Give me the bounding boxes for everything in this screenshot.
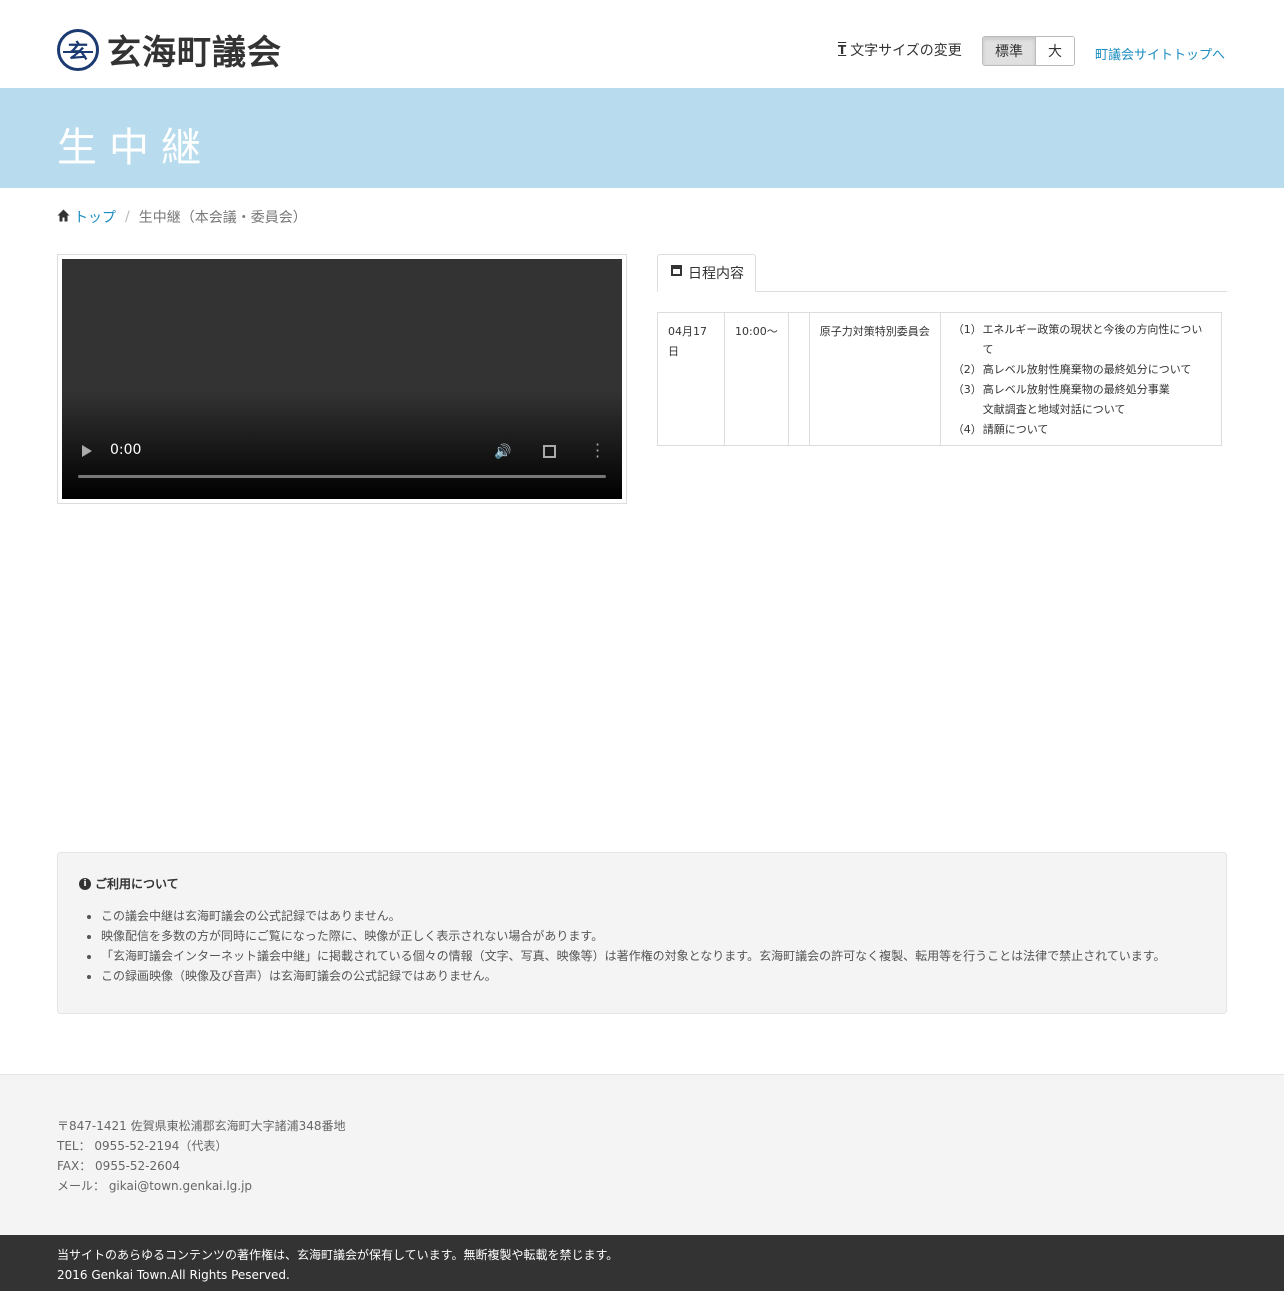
page-banner: 生中継: [0, 88, 1284, 188]
footer-mail: メール： gikai@town.genkai.lg.jp: [57, 1179, 253, 1193]
info-icon: i: [79, 877, 91, 890]
footer-tel: TEL： 0955-52-2194（代表）: [57, 1139, 228, 1153]
copyright-text: 当サイトのあらゆるコンテンツの著作権は、玄海町議会が保有しています。無断複製や転…: [57, 1245, 618, 1285]
breadcrumb: トップ / 生中継（本会議・委員会）: [57, 207, 307, 227]
copyright-bar: 当サイトのあらゆるコンテンツの著作権は、玄海町議会が保有しています。無断複製や転…: [0, 1235, 1284, 1291]
breadcrumb-home-link[interactable]: トップ: [74, 207, 116, 227]
contact-info: 〒847-1421 佐賀県東松浦郡玄海町大字諸浦348番地 TEL： 0955-…: [57, 1116, 346, 1196]
schedule-items: （1） エネルギー政策の現状と今後の方向性について （2） 高レベル放射性廃棄物の最…: [939, 312, 1223, 446]
list-item: この録画映像（映像及び音声）は玄海町議会の公式記録ではありません。: [101, 966, 1205, 986]
font-size-normal-button[interactable]: 標準: [983, 37, 1036, 65]
notice-list: この議会中継は玄海町議会の公式記録ではありません。 映像配信を多数の方が同時にご…: [79, 906, 1205, 986]
schedule-time: 10:00〜: [724, 312, 789, 446]
town-emblem-icon: 玄: [57, 28, 99, 71]
schedule-table: 04月17日 10:00〜 原子力対策特別委員会 （1） エネルギー政策の現状と今…: [657, 312, 1223, 446]
video-time: 0:00: [110, 442, 142, 458]
list-item: 「玄海町議会インターネット議会中継」に掲載されている個々の情報（文字、写真、映像…: [101, 946, 1205, 966]
list-item: （3） 高レベル放射性廃棄物の最終処分事業: [952, 383, 1170, 396]
font-size-large-button[interactable]: 大: [1036, 37, 1074, 65]
schedule-extra: [787, 312, 810, 446]
video-player[interactable]: 0:00 🔊 · · ·: [62, 259, 622, 499]
video-progress-bar[interactable]: [78, 475, 606, 478]
calendar-icon: [671, 264, 682, 276]
footer-fax: FAX： 0955-52-2604: [57, 1159, 181, 1173]
volume-icon[interactable]: 🔊: [494, 444, 511, 460]
list-item: 文献調査と地域対話について: [982, 403, 1126, 416]
more-options-icon[interactable]: · · ·: [595, 437, 601, 465]
copyright-rights: 2016 Genkai Town.All Rights Peserved.: [57, 1268, 290, 1282]
list-item: この議会中継は玄海町議会の公式記録ではありません。: [101, 906, 1205, 926]
schedule-committee: 原子力対策特別委員会: [808, 312, 941, 446]
site-logo[interactable]: 玄 玄海町議会: [57, 25, 282, 74]
list-item: （2） 高レベル放射性廃棄物の最終処分について: [952, 363, 1192, 376]
list-item: 映像配信を多数の方が同時にご覧になった際に、映像が正しく表示されない場合がありま…: [101, 926, 1205, 946]
fullscreen-icon[interactable]: [543, 445, 556, 458]
copyright-notice: 当サイトのあらゆるコンテンツの著作権は、玄海町議会が保有しています。無断複製や転…: [57, 1248, 619, 1262]
breadcrumb-current: 生中継（本会議・委員会）: [138, 210, 307, 226]
page-title: 生中継: [57, 125, 213, 171]
council-top-link[interactable]: 町議会サイトトップへ: [1095, 44, 1225, 63]
schedule-tabs: 日程内容: [657, 254, 1227, 292]
footer-address: 〒847-1421 佐賀県東松浦郡玄海町大字諸浦348番地: [57, 1119, 346, 1133]
breadcrumb-separator: /: [125, 209, 130, 225]
site-title: 玄海町議会: [107, 33, 282, 73]
list-item: （4） 請願について: [952, 423, 1049, 436]
font-size-switcher: 標準 大: [982, 36, 1075, 66]
list-item: （1） エネルギー政策の現状と今後の方向性について: [952, 323, 1203, 356]
usage-notice: i ご利用について この議会中継は玄海町議会の公式記録ではありません。 映像配信…: [57, 852, 1227, 1014]
font-size-label: T 文字サイズの変更: [838, 43, 962, 59]
video-frame: 0:00 🔊 · · ·: [57, 254, 627, 504]
play-icon[interactable]: [82, 445, 92, 457]
notice-title: i ご利用について: [79, 875, 1205, 892]
text-size-icon: T: [838, 43, 847, 57]
schedule-date: 04月17日: [657, 312, 725, 446]
site-header: 玄 玄海町議会 T 文字サイズの変更 標準 大 町議会サイトトップへ: [0, 0, 1284, 88]
table-row: 04月17日 10:00〜 原子力対策特別委員会 （1） エネルギー政策の現状と今…: [657, 312, 1223, 446]
tab-schedule[interactable]: 日程内容: [657, 254, 756, 292]
site-footer: 〒847-1421 佐賀県東松浦郡玄海町大字諸浦348番地 TEL： 0955-…: [0, 1074, 1284, 1235]
home-icon: [57, 209, 70, 221]
